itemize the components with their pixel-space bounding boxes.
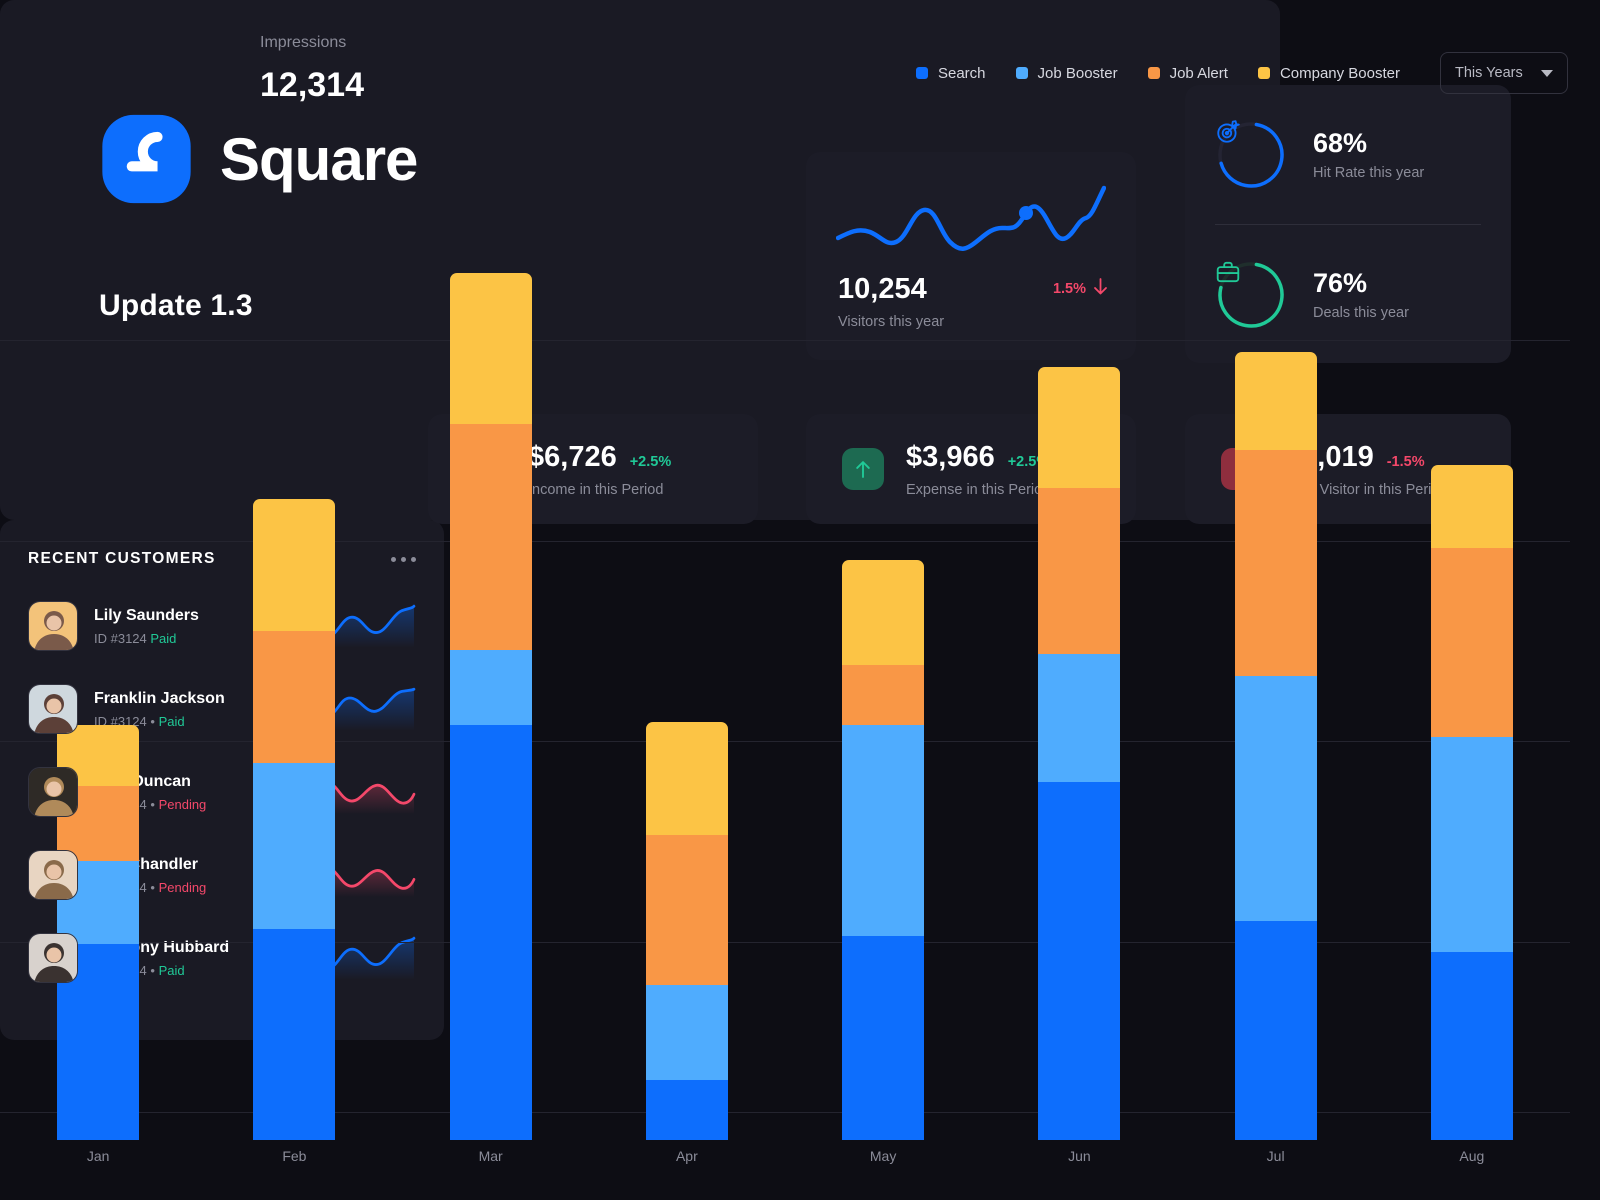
legend-swatch: [1015, 67, 1028, 79]
chart-title: Impressions: [260, 34, 347, 51]
bar-segment: [1234, 676, 1317, 922]
bar-segment: [1430, 465, 1513, 549]
stacked-bar[interactable]: [253, 499, 336, 1140]
legend-item[interactable]: Company Booster: [1257, 64, 1400, 82]
bar-segment: [1234, 450, 1317, 677]
bar-segment: [449, 650, 532, 726]
bar-segment: [1234, 352, 1317, 451]
bar-segment: [645, 834, 728, 986]
bar-slot[interactable]: Mar: [393, 160, 589, 1164]
x-axis-label: Jul: [1266, 1148, 1285, 1164]
x-axis-label: Aug: [1459, 1148, 1485, 1164]
bar-segment: [1038, 367, 1121, 488]
legend-label: Job Booster: [1037, 64, 1118, 82]
bar-segment: [842, 559, 925, 666]
bar-segment: [253, 499, 336, 632]
bar-slot[interactable]: Jun: [981, 160, 1177, 1164]
bar-segment: [1234, 921, 1317, 1140]
bar-slot[interactable]: May: [785, 160, 981, 1164]
bar-slot[interactable]: Apr: [589, 160, 785, 1164]
legend-item[interactable]: Job Booster: [1015, 64, 1118, 82]
chart-plot-area: Jan Feb Mar Apr May Jun Jul Aug: [0, 160, 1570, 1164]
stacked-bar[interactable]: [449, 273, 532, 1140]
x-axis-label: Jun: [1068, 1148, 1091, 1164]
bar-slot[interactable]: Jan: [0, 160, 196, 1164]
bar-segment: [842, 936, 925, 1140]
x-axis-label: Feb: [282, 1148, 307, 1164]
stacked-bar[interactable]: [1038, 367, 1121, 1140]
legend-label: Search: [937, 64, 986, 82]
bar-segment: [645, 1079, 728, 1140]
chart-bars: Jan Feb Mar Apr May Jun Jul Aug: [0, 160, 1570, 1164]
x-axis-label: Mar: [478, 1148, 503, 1164]
bar-segment: [1038, 653, 1121, 782]
stacked-bar[interactable]: [842, 559, 925, 1140]
legend-item[interactable]: Job Alert: [1147, 64, 1228, 82]
legend-swatch: [1257, 67, 1270, 79]
bar-segment: [253, 763, 336, 929]
hit-rate-value: 68%: [1313, 128, 1368, 158]
dashboard-screen: Square Update 1.3 10,254 Visitors this y…: [0, 0, 1600, 1200]
chart-legend: Search Job Booster Job Alert Company Booste…: [915, 64, 1400, 82]
bar-slot[interactable]: Jul: [1178, 160, 1374, 1164]
bar-segment: [1038, 781, 1121, 1140]
x-axis-label: Jan: [86, 1148, 110, 1164]
chevron-down-icon: [1541, 69, 1553, 77]
avatar: [28, 933, 78, 983]
x-axis-label: Apr: [675, 1148, 698, 1164]
bar-segment: [645, 721, 728, 835]
bar-segment: [645, 985, 728, 1080]
legend-label: Job Alert: [1169, 64, 1228, 82]
bar-segment: [1430, 548, 1513, 737]
avatar: [28, 850, 78, 900]
bar-segment: [253, 631, 336, 764]
avatar: [28, 767, 78, 817]
stacked-bar[interactable]: [645, 721, 728, 1140]
bar-segment: [449, 423, 532, 650]
chart-controls: Search Job Booster Job Alert Company Booste…: [915, 52, 1568, 94]
bar-segment: [253, 928, 336, 1140]
impressions-chart-panel: Impressions 12,314 Search Job Booster Job …: [0, 0, 1570, 1164]
bar-segment: [1038, 487, 1121, 654]
bar-segment: [1430, 951, 1513, 1140]
avatar: [28, 684, 78, 734]
period-select[interactable]: This Years: [1440, 52, 1568, 94]
bar-segment: [842, 665, 925, 726]
bar-segment: [1430, 736, 1513, 952]
bar-segment: [842, 725, 925, 937]
x-axis-label: May: [869, 1148, 897, 1164]
bar-segment: [449, 725, 532, 1140]
period-select-value: This Years: [1455, 65, 1523, 81]
stacked-bar[interactable]: [1430, 465, 1513, 1140]
legend-swatch: [1147, 67, 1160, 79]
bar-slot[interactable]: Aug: [1374, 160, 1570, 1164]
legend-label: Company Booster: [1279, 64, 1400, 82]
bar-slot[interactable]: Feb: [196, 160, 392, 1164]
bar-segment: [449, 273, 532, 424]
avatar: [28, 601, 78, 651]
stacked-bar[interactable]: [1234, 352, 1317, 1140]
legend-swatch: [915, 67, 928, 79]
legend-item[interactable]: Search: [915, 64, 986, 82]
